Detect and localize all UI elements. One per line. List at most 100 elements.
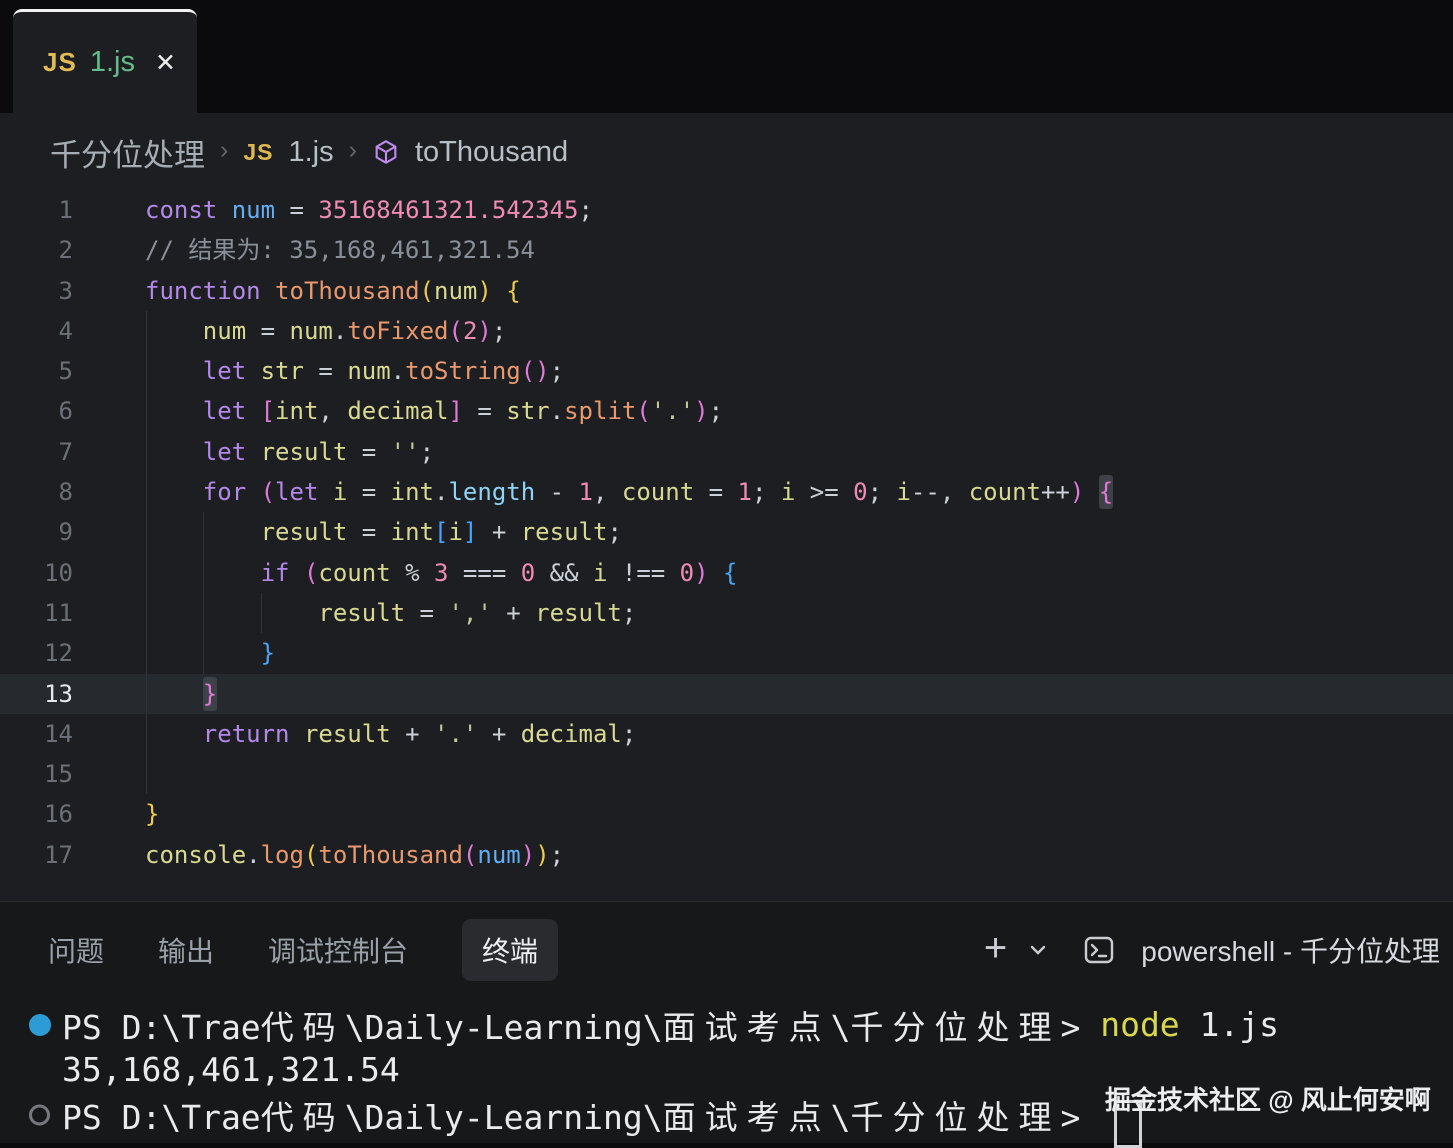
token: !== — [607, 559, 679, 587]
code-line[interactable]: 9 result = int[i] + result; — [0, 512, 1453, 552]
token: , — [593, 478, 622, 506]
token — [145, 680, 203, 708]
code-text: result = ',' + result; — [145, 593, 636, 633]
code-line[interactable]: 5 let str = num.toString(); — [0, 351, 1453, 391]
token: count — [969, 478, 1041, 506]
token: + — [391, 720, 434, 748]
token: return — [203, 720, 304, 748]
code-line[interactable]: 13 } — [0, 674, 1453, 714]
token — [492, 277, 506, 305]
token: = — [347, 518, 390, 546]
editor: 千分位处理 › JS 1.js › toThousand 1const num … — [0, 113, 1453, 901]
code-line[interactable]: 11 result = ',' + result; — [0, 593, 1453, 633]
terminal-session-label[interactable]: powershell - 千分位处理 — [1141, 930, 1440, 970]
token: ) — [694, 397, 708, 425]
code-text: num = num.toFixed(2); — [145, 311, 506, 351]
token: log — [261, 841, 304, 869]
code-line[interactable]: 14 return result + '.' + decimal; — [0, 714, 1453, 754]
terminal-text-run: 千分位处理 — [850, 1098, 1060, 1137]
chevron-down-icon[interactable] — [1029, 944, 1047, 956]
token: () — [521, 357, 550, 385]
token: result — [318, 599, 405, 627]
token: num — [477, 841, 520, 869]
token: ( — [636, 397, 650, 425]
token: decimal — [521, 720, 622, 748]
code-line[interactable]: 2// 结果为: 35,168,461,321.54 — [0, 230, 1453, 270]
panel-tab[interactable]: 终端 — [462, 919, 558, 981]
token: str — [261, 357, 304, 385]
breadcrumb-symbol[interactable]: toThousand — [415, 136, 568, 169]
close-tab-icon[interactable]: ✕ — [155, 48, 176, 78]
code-line[interactable]: 4 num = num.toFixed(2); — [0, 311, 1453, 351]
terminal-text-run: \Daily-Learning\ — [345, 1098, 663, 1137]
line-number: 3 — [0, 271, 73, 311]
token: function — [145, 277, 275, 305]
breadcrumb-file[interactable]: 1.js — [288, 136, 333, 169]
token: --, — [911, 478, 969, 506]
token: + — [477, 720, 520, 748]
token: } — [261, 639, 275, 667]
token: str — [506, 397, 549, 425]
terminal-segment: PS D:\Trae代码\Daily-Learning\面试考点\千分位处理> — [62, 1091, 1100, 1139]
token: = — [694, 478, 737, 506]
line-number: 5 — [0, 351, 73, 391]
token: 1 — [579, 478, 593, 506]
code-line[interactable]: 15 — [0, 754, 1453, 794]
token: ) — [1070, 478, 1084, 506]
code-line[interactable]: 17console.log(toThousand(num)); — [0, 835, 1453, 875]
code-line[interactable]: 1const num = 35168461321.542345; — [0, 190, 1453, 230]
token: 3 — [434, 559, 448, 587]
token: result — [261, 438, 348, 466]
line-number: 11 — [0, 593, 73, 633]
indent-guide — [146, 754, 147, 794]
token: [ — [434, 518, 448, 546]
breadcrumb-folder[interactable]: 千分位处理 — [50, 130, 205, 175]
terminal-text-run: node — [1100, 1005, 1179, 1044]
token: result — [261, 518, 348, 546]
token: split — [564, 397, 636, 425]
chevron-right-icon: › — [220, 136, 228, 168]
code-line[interactable]: 16} — [0, 794, 1453, 834]
token — [145, 559, 261, 587]
code-line[interactable]: 3function toThousand(num) { — [0, 271, 1453, 311]
code-line[interactable]: 10 if (count % 3 === 0 && i !== 0) { — [0, 553, 1453, 593]
line-number: 17 — [0, 835, 73, 875]
token: 35168461321.542345 — [318, 196, 578, 224]
code-lines: 1const num = 35168461321.542345;2// 结果为:… — [0, 190, 1453, 875]
terminal-segment: 1.js — [1180, 1005, 1279, 1044]
token: ++ — [1041, 478, 1070, 506]
token: let — [203, 357, 261, 385]
token: ; — [607, 518, 621, 546]
line-number: 14 — [0, 714, 73, 754]
token: num — [434, 277, 477, 305]
token: = — [246, 317, 289, 345]
panel-tab[interactable]: 调试控制台 — [268, 930, 408, 970]
code-line[interactable]: 12 } — [0, 633, 1453, 673]
terminal-segment: 35,168,461,321.54 — [62, 1050, 400, 1089]
tab-1js[interactable]: JS 1.js ✕ — [13, 9, 197, 113]
token: ; — [550, 841, 564, 869]
terminal-segment: node — [1100, 1005, 1179, 1044]
token: 2 — [463, 317, 477, 345]
token: ( — [420, 277, 434, 305]
terminal-text-run: > — [1060, 1098, 1100, 1137]
token: , — [318, 397, 347, 425]
panel-tab[interactable]: 问题 — [48, 930, 104, 970]
code-line[interactable]: 6 let [int, decimal] = str.split('.'); — [0, 391, 1453, 431]
code-text: } — [145, 633, 275, 673]
token: + — [477, 518, 520, 546]
breadcrumb: 千分位处理 › JS 1.js › toThousand — [50, 113, 568, 191]
new-terminal-icon[interactable]: + — [984, 928, 1007, 972]
code-line[interactable]: 8 for (let i = int.length - 1, count = 1… — [0, 472, 1453, 512]
token: ; — [492, 317, 506, 345]
token: + — [492, 599, 535, 627]
token: = — [463, 397, 506, 425]
token — [145, 518, 261, 546]
token — [145, 599, 318, 627]
token: 1 — [738, 478, 752, 506]
terminal-text-run: 面试考点 — [663, 1098, 831, 1137]
code-line[interactable]: 7 let result = ''; — [0, 432, 1453, 472]
token: ( — [304, 559, 318, 587]
panel-tab[interactable]: 输出 — [158, 930, 214, 970]
terminal-text-run: \ — [831, 1008, 851, 1047]
